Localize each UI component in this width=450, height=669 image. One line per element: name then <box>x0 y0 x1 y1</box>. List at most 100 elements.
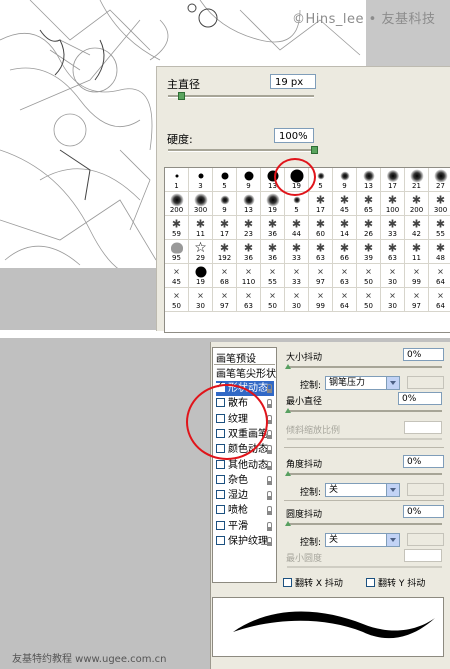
brush-preset-cell[interactable]: ✕ 99 <box>405 264 429 288</box>
brush-preset-cell[interactable]: ✱ 33 <box>381 216 405 240</box>
lock-icon[interactable] <box>266 460 273 470</box>
brush-preset-cell[interactable]: ✱ 17 <box>213 216 237 240</box>
brush-preset-cell[interactable]: ✕ 97 <box>309 264 333 288</box>
brush-preset-cell[interactable]: ✱ 63 <box>381 240 405 264</box>
brush-preset-cell[interactable]: ✕ 97 <box>213 288 237 312</box>
diameter-slider-track[interactable] <box>168 95 314 98</box>
diameter-slider-thumb[interactable] <box>178 92 185 100</box>
setting-checkbox[interactable] <box>216 536 225 545</box>
brush-preset-cell[interactable]: 17 <box>381 168 405 192</box>
flip-x-option[interactable]: 翻转 X 抖动 <box>283 576 343 589</box>
brush-preset-cell[interactable]: ✕ 99 <box>309 288 333 312</box>
flip-x-checkbox[interactable] <box>283 578 292 587</box>
brush-preset-cell[interactable]: 19 <box>261 192 285 216</box>
diameter-field[interactable]: 19 px <box>270 74 316 89</box>
brush-preset-cell[interactable]: ✱ 59 <box>165 216 189 240</box>
roundness-jitter-slider-track[interactable] <box>287 523 442 525</box>
brush-preset-cell[interactable]: ✕ 110 <box>237 264 261 288</box>
brush-preset-cell[interactable]: ✱ 48 <box>429 240 450 264</box>
brush-preset-cell[interactable]: ✕ 97 <box>405 288 429 312</box>
brush-preset-cell[interactable]: 21 <box>405 168 429 192</box>
lock-icon[interactable] <box>266 506 273 516</box>
brush-preset-cell[interactable]: ✕ 64 <box>429 288 450 312</box>
brush-preset-cell[interactable]: 9 <box>237 168 261 192</box>
brush-presets-header[interactable]: 画笔预设 <box>216 350 276 365</box>
brush-preset-cell[interactable]: ✱ 39 <box>357 240 381 264</box>
min-diameter-slider-track[interactable] <box>287 410 442 412</box>
brush-preset-cell[interactable]: ✕ 50 <box>165 288 189 312</box>
brush-preset-cell[interactable]: ✕ 30 <box>189 288 213 312</box>
brush-preset-cell[interactable]: ✱ 55 <box>429 216 450 240</box>
setting-checkbox[interactable] <box>216 520 225 530</box>
brush-preset-cell[interactable]: 1 <box>165 168 189 192</box>
lock-icon[interactable] <box>266 429 273 439</box>
setting-checkbox[interactable] <box>216 505 225 515</box>
angle-jitter-slider-thumb[interactable] <box>285 471 291 476</box>
setting-checkbox[interactable] <box>216 490 225 500</box>
brush-preset-cell[interactable]: ✱ 300 <box>429 192 450 216</box>
lock-icon[interactable] <box>266 475 273 485</box>
brush-preset-cell[interactable]: 9 <box>213 192 237 216</box>
brush-preset-cell[interactable]: 95 <box>165 240 189 264</box>
brush-preset-cell[interactable]: ✱ 23 <box>237 216 261 240</box>
min-diameter-slider-thumb[interactable] <box>285 408 291 413</box>
brush-preset-cell[interactable]: ✕ 55 <box>261 264 285 288</box>
roundness-control-select[interactable]: 关 <box>325 533 400 547</box>
brush-preset-cell[interactable]: ✱ 36 <box>237 240 261 264</box>
angle-jitter-slider-track[interactable] <box>287 473 442 475</box>
chevron-down-icon[interactable] <box>386 534 399 546</box>
brush-preset-cell[interactable]: ✕ 50 <box>261 288 285 312</box>
setting-checkbox[interactable] <box>216 474 225 484</box>
brush-preset-cell[interactable]: ✕ 63 <box>333 264 357 288</box>
roundness-jitter-slider-thumb[interactable] <box>285 521 291 526</box>
brush-preset-cell[interactable]: ✱ 14 <box>333 216 357 240</box>
brush-preset-cell[interactable]: ✱ 60 <box>309 216 333 240</box>
brush-preset-cell[interactable]: ✕ 50 <box>357 264 381 288</box>
brush-preset-cell[interactable]: ✕ 30 <box>285 288 309 312</box>
brush-preset-cell[interactable]: ✕ 64 <box>429 264 450 288</box>
brush-preset-cell[interactable]: 27 <box>429 168 450 192</box>
brush-preset-cell[interactable]: ✱ 45 <box>333 192 357 216</box>
brush-preset-cell[interactable]: ✱ 100 <box>381 192 405 216</box>
lock-icon[interactable] <box>266 491 273 501</box>
brush-setting-item[interactable]: 画笔笔尖形状 <box>216 367 276 382</box>
chevron-down-icon[interactable] <box>386 377 399 389</box>
size-jitter-slider-track[interactable] <box>287 366 442 368</box>
roundness-jitter-field[interactable]: 0% <box>403 505 444 518</box>
brush-preset-cell[interactable]: ✕ 64 <box>333 288 357 312</box>
brush-preset-cell[interactable]: ✱ 192 <box>213 240 237 264</box>
angle-jitter-field[interactable]: 0% <box>403 455 444 468</box>
brush-preset-cell[interactable]: ✱ 17 <box>309 192 333 216</box>
brush-preset-cell[interactable]: ☆ 29 <box>189 240 213 264</box>
chevron-down-icon[interactable] <box>386 484 399 496</box>
size-control-select[interactable]: 钢笔压力 <box>325 376 400 390</box>
brush-preset-cell[interactable]: ✱ 63 <box>309 240 333 264</box>
brush-preset-cell[interactable]: ✱ 66 <box>333 240 357 264</box>
brush-preset-cell[interactable]: 200 <box>165 192 189 216</box>
brush-preset-cell[interactable]: ✱ 36 <box>261 240 285 264</box>
brush-preset-cell[interactable]: ✱ 65 <box>357 192 381 216</box>
brush-preset-cell[interactable]: ✕ 45 <box>165 264 189 288</box>
brush-preset-cell[interactable]: ✕ 33 <box>285 264 309 288</box>
brush-preset-cell[interactable]: ✕ 30 <box>381 288 405 312</box>
brush-preset-cell[interactable]: ✱ 33 <box>285 240 309 264</box>
lock-icon[interactable] <box>266 399 273 409</box>
lock-icon[interactable] <box>266 384 273 393</box>
size-jitter-slider-thumb[interactable] <box>285 364 291 369</box>
brush-preset-cell[interactable]: ✕ 63 <box>237 288 261 312</box>
brush-preset-cell[interactable]: ✕ 68 <box>213 264 237 288</box>
flip-y-checkbox[interactable] <box>366 578 375 587</box>
brush-preset-cell[interactable]: ✱ 11 <box>405 240 429 264</box>
lock-icon[interactable] <box>266 537 273 546</box>
brush-preset-cell[interactable]: ✱ 200 <box>405 192 429 216</box>
brush-preset-cell[interactable]: 9 <box>333 168 357 192</box>
hardness-field[interactable]: 100% <box>274 128 314 143</box>
flip-y-option[interactable]: 翻转 Y 抖动 <box>366 576 425 589</box>
hardness-slider-thumb[interactable] <box>311 146 318 154</box>
brush-preset-cell[interactable]: ✱ 42 <box>405 216 429 240</box>
min-diameter-field[interactable]: 0% <box>398 392 442 405</box>
brush-preset-cell[interactable]: 300 <box>189 192 213 216</box>
brush-preset-cell[interactable]: 13 <box>357 168 381 192</box>
brush-preset-cell[interactable]: 3 <box>189 168 213 192</box>
setting-checkbox[interactable] <box>216 459 225 469</box>
